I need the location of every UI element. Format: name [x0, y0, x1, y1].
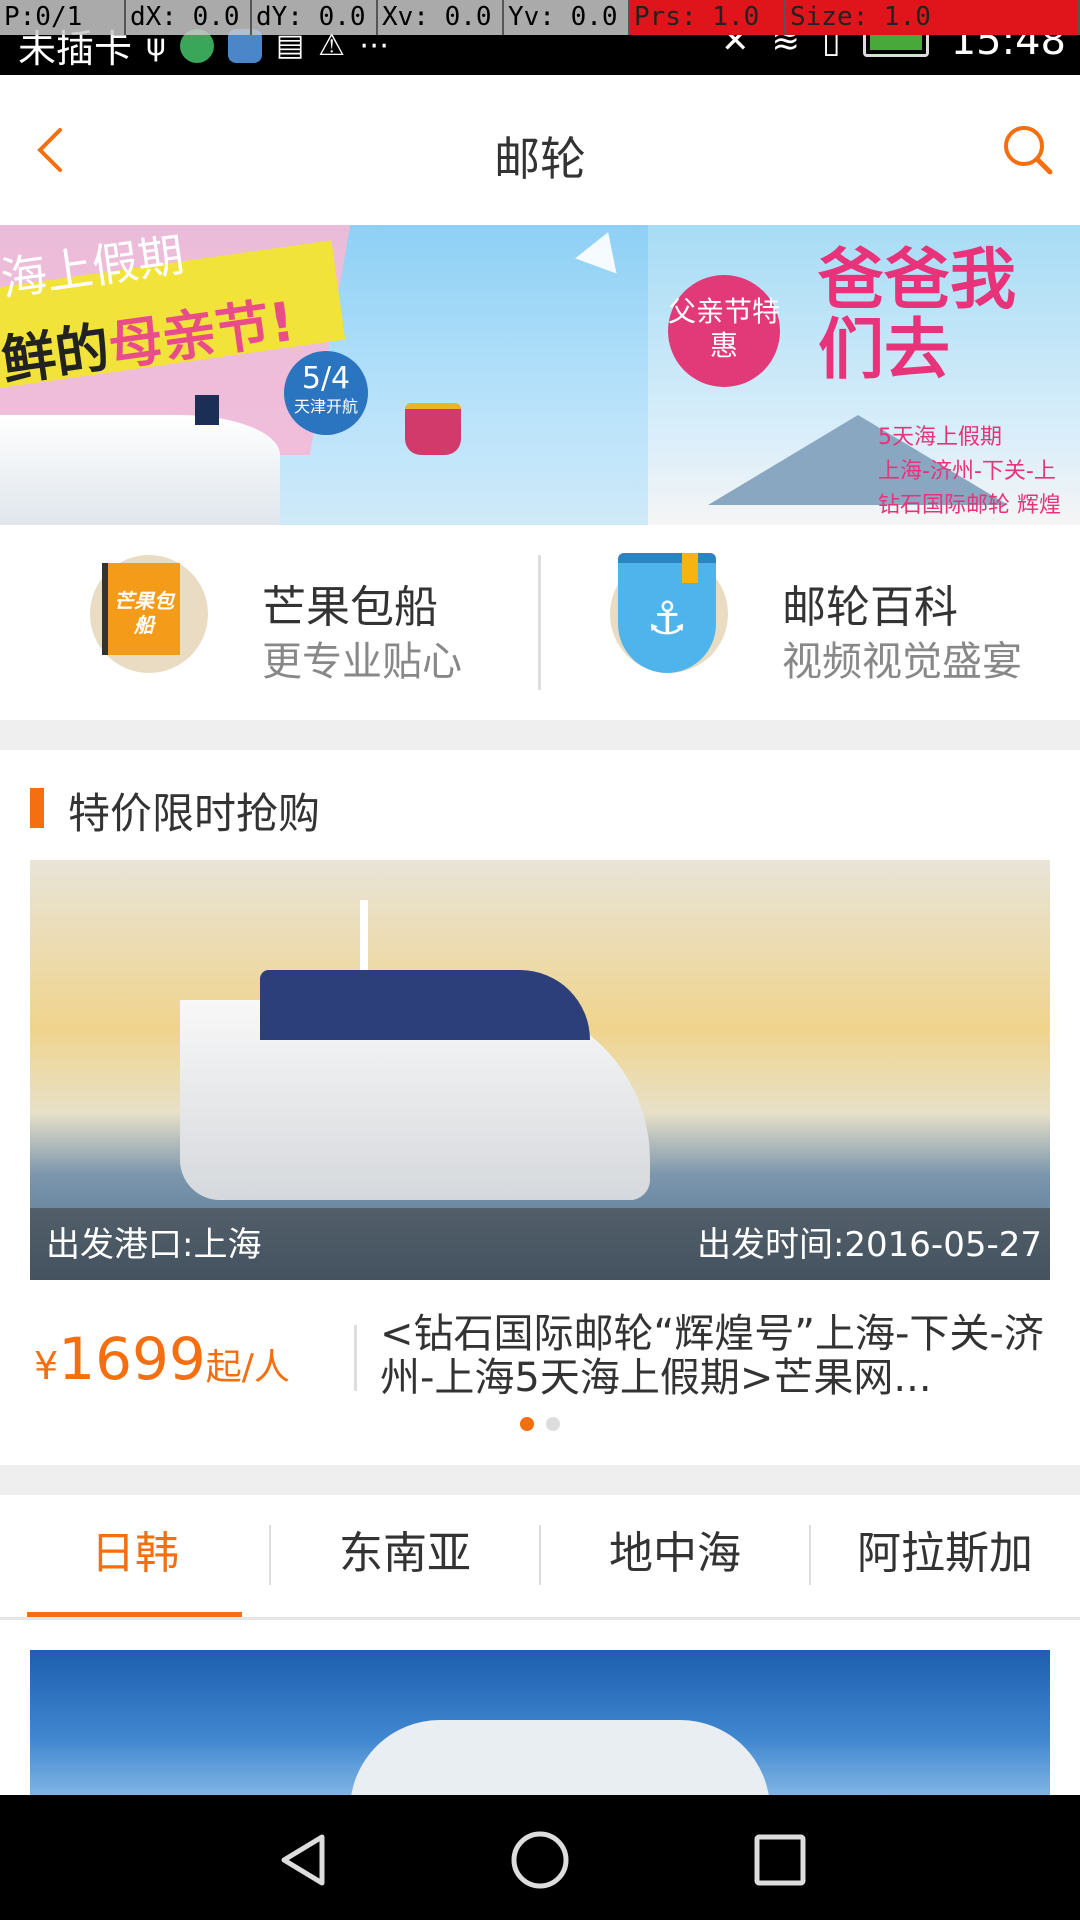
deal-info[interactable]: ¥1699起/人 <钻石国际邮轮“辉煌号”上海-下关-济州-上海5天海上假期>芒…: [0, 1280, 1080, 1430]
cruise-ship-image: [350, 1720, 770, 1795]
ship-mast: [360, 900, 368, 980]
divider: [354, 1325, 357, 1391]
price-currency: ¥: [34, 1344, 59, 1388]
price-value: 1699: [58, 1325, 206, 1393]
debug-pressure: Prs: 1.0: [630, 0, 786, 35]
tab-mediterranean[interactable]: 地中海: [540, 1495, 810, 1617]
debug-xv: Xv: 0.0: [378, 0, 504, 35]
charter-icon-circle: 芒果包船: [90, 555, 208, 673]
banner-slide-mothers-day[interactable]: 海上假期 鲜的母亲节! 5/4 天津开航: [0, 225, 648, 525]
section-marker: [30, 788, 44, 828]
carousel-dot-active[interactable]: [520, 1417, 534, 1431]
ship-funnel: [195, 395, 219, 425]
badge-text: 天津开航: [293, 397, 358, 416]
promo-banner-carousel[interactable]: 海上假期 鲜的母亲节! 5/4 天津开航 父亲节特惠 爸爸我们去 5天海上假期 …: [0, 225, 1080, 525]
charter-subtitle: 更专业贴心: [262, 639, 462, 685]
tab-alaska[interactable]: 阿拉斯加: [810, 1495, 1080, 1617]
debug-dx: dX: 0.0: [126, 0, 252, 35]
encyclopedia-entry[interactable]: ⚓ 邮轮百科 视频视觉盛宴: [540, 525, 1080, 720]
recents-square-icon[interactable]: [745, 1825, 815, 1895]
charter-entry[interactable]: 芒果包船 芒果包船 更专业贴心: [0, 525, 540, 720]
ship-deck: [260, 970, 590, 1040]
cruise-ship-image: [0, 415, 280, 525]
section-title: 特价限时抢购: [68, 789, 321, 838]
banner-subtitle-line: 上海-济州-下关-上: [878, 459, 1056, 484]
system-nav-bar: [0, 1795, 1080, 1920]
back-triangle-icon[interactable]: [270, 1825, 340, 1895]
debug-dy: dY: 0.0: [252, 0, 378, 35]
sailing-date-badge: 5/4 天津开航: [284, 351, 368, 435]
search-icon[interactable]: [998, 120, 1058, 180]
pointer-debug-bar: P:0/1 dX: 0.0 dY: 0.0 Xv: 0.0 Yv: 0.0 Pr…: [0, 0, 1080, 35]
cruise-list-item-image[interactable]: [30, 1650, 1050, 1795]
encyclopedia-icon-circle: ⚓: [610, 553, 728, 673]
debug-size: Size: 1.0: [786, 0, 1080, 35]
tab-japan-korea[interactable]: 日韩: [0, 1495, 270, 1617]
banner-subtitle: 5天海上假期 上海-济州-下关-上 钻石国际邮轮 辉煌: [878, 421, 1061, 523]
deal-caption-overlay: 出发港口:上海 出发时间:2016-05-27: [30, 1208, 1050, 1280]
section-gap: [0, 720, 1080, 750]
deal-image[interactable]: 出发港口:上海 出发时间:2016-05-27: [30, 860, 1050, 1280]
departure-time: 出发时间:2016-05-27: [696, 1225, 1042, 1265]
fathers-day-badge: 父亲节特惠: [668, 275, 780, 387]
top-header: 邮轮: [0, 75, 1080, 225]
debug-pointer: P:0/1: [0, 0, 126, 35]
deal-price: ¥1699起/人: [34, 1325, 290, 1393]
banner-slide-fathers-day[interactable]: 父亲节特惠 爸爸我们去 5天海上假期 上海-济州-下关-上 钻石国际邮轮 辉煌: [648, 225, 1080, 525]
bookmark-icon: [682, 553, 698, 583]
price-unit: 起/人: [205, 1347, 290, 1388]
flash-sale-header: 特价限时抢购: [0, 750, 1080, 860]
region-tabs: 日韩 东南亚 地中海 阿拉斯加: [0, 1495, 1080, 1620]
triangle-decoration-icon: [575, 225, 629, 274]
carousel-dot[interactable]: [546, 1417, 560, 1431]
status-bar: 未插卡 ψ ▤ ⚠ ⋯ ✕ ≋ ▯ 15:48 P:0/1 dX: 0.0 dY…: [0, 0, 1080, 75]
home-circle-icon[interactable]: [505, 1825, 575, 1895]
encyclopedia-subtitle: 视频视觉盛宴: [782, 639, 1022, 685]
deal-carousel-indicator: [520, 1417, 560, 1431]
banner-subheadline-prefix: 鲜的: [0, 315, 114, 394]
banner-subtitle-line: 钻石国际邮轮 辉煌: [878, 493, 1061, 518]
deal-title: <钻石国际邮轮“辉煌号”上海-下关-济州-上海5天海上假期>芒果网...: [380, 1312, 1044, 1400]
encyclopedia-title: 邮轮百科: [782, 582, 958, 633]
handbag-icon: [405, 403, 461, 455]
flag-icon: 芒果包船: [102, 563, 180, 655]
banner-subtitle-line: 5天海上假期: [878, 425, 1002, 450]
page-title: 邮轮: [494, 132, 586, 186]
charter-title: 芒果包船: [262, 582, 438, 633]
banner-title: 爸爸我们去: [818, 241, 1016, 388]
departure-port: 出发港口:上海: [46, 1225, 262, 1265]
quick-entry-row: 芒果包船 芒果包船 更专业贴心 ⚓ 邮轮百科 视频视觉盛宴: [0, 525, 1080, 720]
badge-date: 5/4: [301, 361, 351, 396]
tab-southeast-asia[interactable]: 东南亚: [270, 1495, 540, 1617]
section-gap: [0, 1465, 1080, 1495]
anchor-book-icon: ⚓: [618, 553, 716, 673]
debug-yv: Yv: 0.0: [504, 0, 630, 35]
